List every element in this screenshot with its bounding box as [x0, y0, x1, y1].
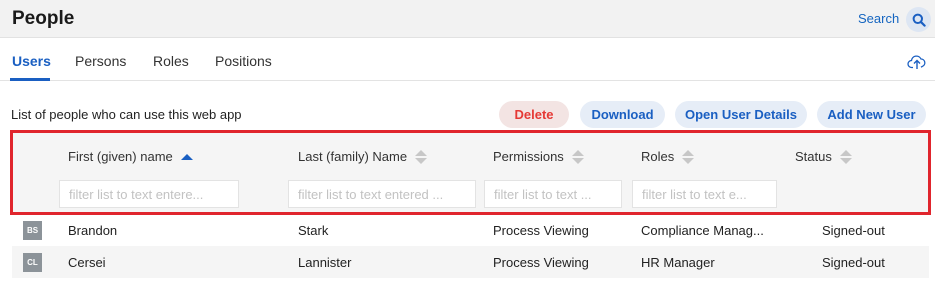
filter-permissions-input[interactable]: [484, 180, 622, 208]
column-label: Permissions: [493, 149, 564, 164]
column-label: Status: [795, 149, 832, 164]
open-user-details-button[interactable]: Open User Details: [675, 101, 807, 128]
avatar: BS: [23, 221, 42, 240]
cell-roles: HR Manager: [641, 255, 715, 270]
sort-icon: [415, 149, 428, 164]
cell-permissions: Process Viewing: [493, 223, 589, 238]
upload-button[interactable]: [906, 51, 928, 73]
cell-first-name: Brandon: [68, 223, 118, 238]
sort-ascending-icon: [180, 153, 193, 160]
cell-status: Signed-out: [822, 255, 885, 270]
list-description: List of people who can use this web app: [11, 107, 242, 122]
filter-roles-input[interactable]: [632, 180, 777, 208]
column-label: Roles: [641, 149, 675, 164]
cell-last-name: Stark: [298, 223, 329, 238]
sort-icon: [682, 149, 695, 164]
tab-users[interactable]: Users: [12, 53, 51, 69]
filter-first-name-input[interactable]: [59, 180, 239, 208]
sort-icon: [839, 149, 852, 164]
column-header-first-name[interactable]: First (given) name: [68, 149, 193, 164]
active-tab-indicator: [10, 78, 50, 81]
filter-last-name-input[interactable]: [288, 180, 476, 208]
column-header-last-name[interactable]: Last (family) Name: [298, 149, 428, 164]
delete-button[interactable]: Delete: [499, 101, 569, 128]
column-header-status[interactable]: Status: [795, 149, 852, 164]
cell-first-name: Cersei: [68, 255, 106, 270]
tab-roles[interactable]: Roles: [153, 53, 189, 69]
tab-positions[interactable]: Positions: [215, 53, 272, 69]
download-button[interactable]: Download: [580, 101, 665, 128]
upload-icon: [907, 55, 926, 69]
column-header-permissions[interactable]: Permissions: [493, 149, 584, 164]
table-header: First (given) name Last (family) Name Pe…: [12, 132, 929, 214]
tab-bar: Users Persons Roles Positions: [0, 39, 935, 81]
add-new-user-button[interactable]: Add New User: [817, 101, 926, 128]
cell-status: Signed-out: [822, 223, 885, 238]
avatar: CL: [23, 253, 42, 272]
search-icon: [912, 13, 926, 27]
cell-roles: Compliance Manag...: [641, 223, 764, 238]
cell-last-name: Lannister: [298, 255, 352, 270]
column-label: First (given) name: [68, 149, 173, 164]
column-header-roles[interactable]: Roles: [641, 149, 695, 164]
table-row[interactable]: CL Cersei Lannister Process Viewing HR M…: [12, 246, 929, 278]
table-row[interactable]: BS Brandon Stark Process Viewing Complia…: [12, 214, 929, 246]
search-button[interactable]: [906, 7, 931, 32]
column-label: Last (family) Name: [298, 149, 408, 164]
sort-icon: [571, 149, 584, 164]
app-header: People Search: [0, 0, 935, 38]
page-title: People: [12, 8, 75, 29]
search-link[interactable]: Search: [858, 11, 899, 26]
cell-permissions: Process Viewing: [493, 255, 589, 270]
tab-persons[interactable]: Persons: [75, 53, 126, 69]
